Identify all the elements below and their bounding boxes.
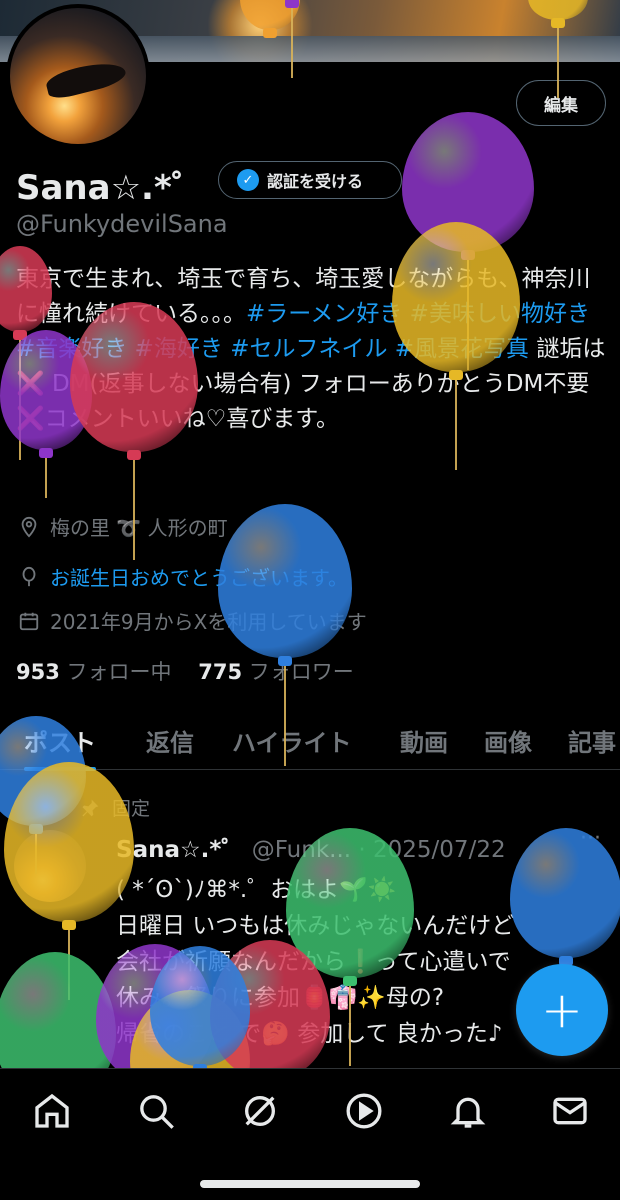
post-more-icon[interactable]: ··· xyxy=(580,826,601,851)
location-pin-icon xyxy=(21,516,37,538)
birthday-text[interactable]: お誕生日おめでとうございます。 xyxy=(50,562,348,591)
notifications-icon[interactable] xyxy=(448,1091,488,1131)
followers-link[interactable]: 775 フォロワー xyxy=(198,660,354,684)
joined-text: 2021年9月からXを利用しています xyxy=(50,610,367,634)
follow-stats: 953 フォロー中 775 フォロワー xyxy=(16,656,354,686)
grok-icon[interactable] xyxy=(240,1091,280,1131)
location-text: 梅の里 ➰ 人形の町 xyxy=(50,516,228,540)
tab-articles[interactable]: 記事 xyxy=(568,712,616,770)
bio-text: DM(返事しない場合有) フォローありがとうDM不要 xyxy=(44,371,590,397)
bio-text xyxy=(402,301,409,327)
post-date[interactable]: 2025/07/22 xyxy=(373,837,506,863)
bio-hashtag[interactable]: #音楽好き xyxy=(16,336,127,362)
profile-tabs: ポスト 返信 ハイライト 動画 画像 記事 xyxy=(0,712,620,771)
search-icon[interactable] xyxy=(136,1091,176,1131)
balloon-icon xyxy=(22,566,36,586)
pinned-indicator: 固定 xyxy=(80,794,150,821)
tab-highlights[interactable]: ハイライト xyxy=(232,712,352,770)
following-link[interactable]: 953 フォロー中 xyxy=(16,660,172,684)
bio-hashtag[interactable]: #風景花写真 xyxy=(395,336,529,362)
profile-bio: 東京で生まれ、埼玉で育ち、埼玉愛しながらも、神奈川に憧れ続けている。。。#ラーメ… xyxy=(16,262,608,437)
pin-icon xyxy=(82,799,99,816)
cross-mark-emoji: ❌ xyxy=(16,371,45,397)
bio-hashtag[interactable]: #ラーメン好き xyxy=(246,301,402,327)
joined-row: 2021年9月からXを利用しています xyxy=(18,606,367,635)
tab-replies[interactable]: 返信 xyxy=(146,712,194,770)
compose-post-button[interactable]: + xyxy=(516,964,608,1056)
profile-avatar[interactable] xyxy=(6,4,150,148)
bio-hashtag[interactable]: #海好き xyxy=(135,336,223,362)
post-header: Sana☆.*゜ @Funk... · 2025/07/22 xyxy=(116,837,506,863)
post-line: 日曜日 いつもは休みじゃないんだけど xyxy=(116,913,515,939)
edit-profile-button[interactable]: 編集 xyxy=(516,80,606,126)
profile-handle: @FunkydevilSana xyxy=(16,210,228,238)
bio-hashtag[interactable]: #美味しい物好き xyxy=(410,301,590,327)
bio-hashtag[interactable]: #セルフネイル xyxy=(230,336,387,362)
home-indicator xyxy=(200,1180,420,1188)
post-handle: @Funk... xyxy=(251,837,352,863)
bio-text xyxy=(387,336,394,362)
post-avatar[interactable] xyxy=(14,830,86,902)
avatar-silhouette xyxy=(44,56,128,102)
get-verified-label: 認証を受ける xyxy=(267,172,364,191)
cross-mark-emoji: ❌ xyxy=(16,406,45,432)
video-icon[interactable] xyxy=(344,1091,384,1131)
bio-text: 謎垢は xyxy=(529,336,606,362)
post-author[interactable]: Sana☆.*゜ xyxy=(116,837,244,863)
bio-text xyxy=(127,336,134,362)
home-icon[interactable] xyxy=(32,1091,72,1131)
tab-posts[interactable]: ポスト xyxy=(24,712,96,771)
verified-badge-icon: ✓ xyxy=(237,169,259,191)
get-verified-button[interactable]: ✓ 認証を受ける xyxy=(218,161,402,199)
pinned-label: 固定 xyxy=(112,798,151,820)
tab-videos[interactable]: 動画 xyxy=(400,712,448,770)
messages-icon[interactable] xyxy=(550,1091,590,1131)
calendar-icon xyxy=(19,612,39,630)
location-row: 梅の里 ➰ 人形の町 xyxy=(18,512,228,541)
tab-media[interactable]: 画像 xyxy=(484,712,532,770)
bio-text: コメントいいね♡喜びます。 xyxy=(44,406,339,432)
birthday-row: お誕生日おめでとうございます。 xyxy=(18,562,348,591)
post-line: ( *´ʘ`)ﾉ⌘*.゜おはよ🌱☀️ xyxy=(116,877,397,903)
display-name: Sana☆.*゜ xyxy=(16,168,206,208)
